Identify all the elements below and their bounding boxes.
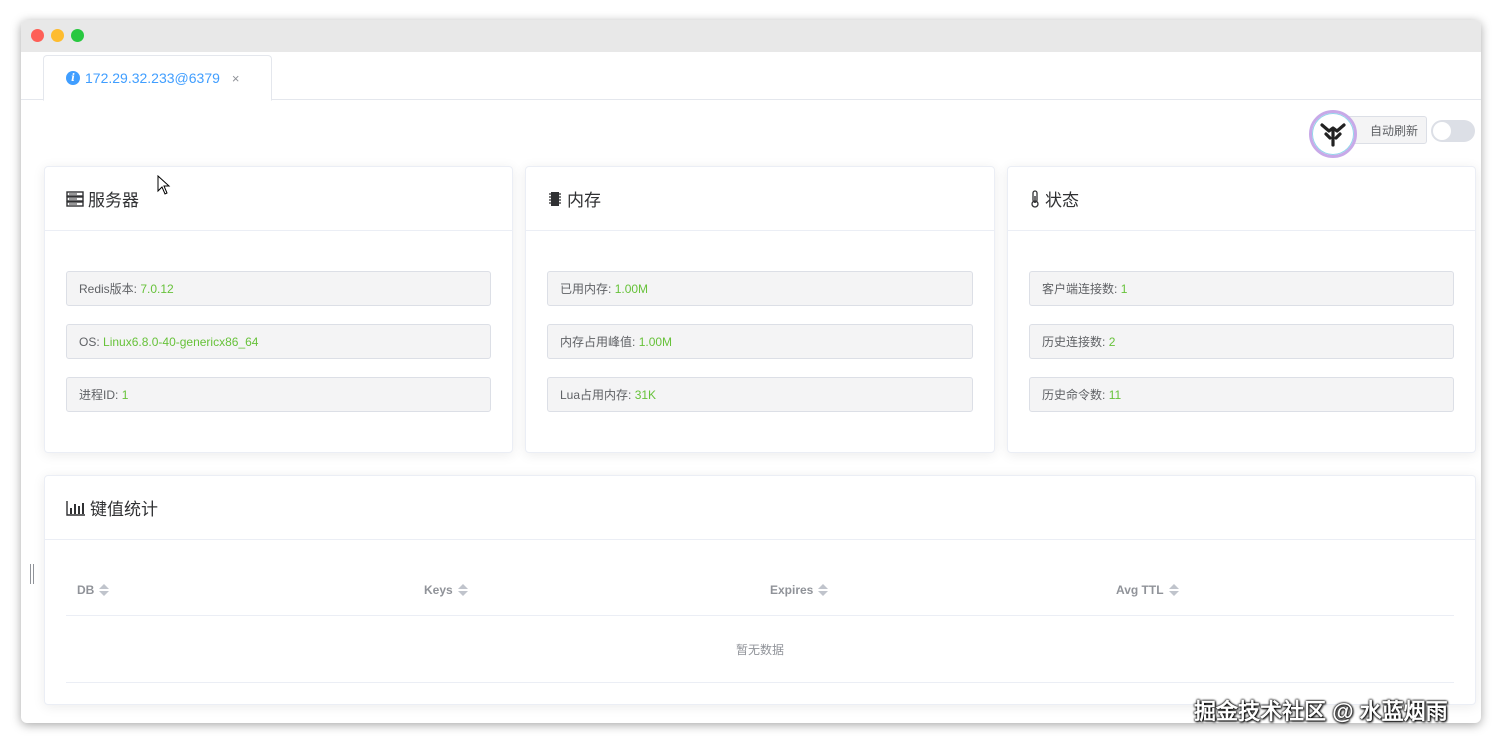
memory-card: 内存 已用内存: 1.00M 内存占用峰值: 1.00M Lua占用内存: 31… <box>525 166 995 453</box>
chip-icon <box>547 191 563 207</box>
tab-title: 172.29.32.233@6379 <box>85 70 220 86</box>
auto-refresh-label: 自动刷新 <box>1369 123 1418 138</box>
stat-value: 1 <box>1120 281 1128 296</box>
stat-value: Linux6.8.0-40-genericx86_64 <box>103 334 259 349</box>
sort-icon[interactable] <box>818 584 829 596</box>
column-header-expires[interactable]: Expires <box>770 564 829 616</box>
titlebar <box>21 20 1481 52</box>
stat-label: 内存占用峰值: <box>560 335 636 349</box>
memory-card-title: 内存 <box>567 191 601 210</box>
watermark-text: 掘金技术社区 @ 水蓝烟雨 <box>1194 699 1448 724</box>
column-label: Expires <box>770 583 814 597</box>
server-card: 服务器 Redis版本: 7.0.12 OS: Linux6.8.0-40-ge… <box>44 166 513 453</box>
stat-label: 进程ID: <box>79 388 119 402</box>
table-empty-state: 暂无数据 <box>66 616 1454 683</box>
stat-row-used-memory: 已用内存: 1.00M <box>547 271 973 306</box>
stat-row-client-connections: 客户端连接数: 1 <box>1029 271 1454 306</box>
status-card-header: 状态 <box>1008 167 1475 231</box>
stat-value: 2 <box>1108 334 1116 349</box>
bar-chart-icon <box>66 500 86 516</box>
stat-row-peak-memory: 内存占用峰值: 1.00M <box>547 324 973 359</box>
mouse-cursor-icon <box>157 174 171 200</box>
stat-label: 已用内存: <box>560 282 612 296</box>
server-icon <box>66 190 84 207</box>
stat-label: OS: <box>79 334 100 349</box>
memory-card-header: 内存 <box>526 167 994 231</box>
stat-value: 31K <box>634 387 657 402</box>
stat-label: 历史连接数: <box>1042 335 1106 349</box>
status-card-title: 状态 <box>1045 191 1079 210</box>
keystats-card-title: 键值统计 <box>90 500 158 519</box>
column-header-db[interactable]: DB <box>77 564 110 616</box>
stat-label: 客户端连接数: <box>1042 282 1118 296</box>
keystats-card: 键值统计 DB Keys Expires Avg TTL 暂无数据 <box>44 475 1476 705</box>
stat-value: 1.00M <box>638 334 673 349</box>
sort-icon[interactable] <box>1168 584 1179 596</box>
tab-bar: i 172.29.32.233@6379 × <box>21 52 1481 101</box>
close-window-button[interactable] <box>31 29 44 42</box>
info-icon: i <box>66 71 80 85</box>
stat-row-total-commands: 历史命令数: 11 <box>1029 377 1454 412</box>
column-header-avg-ttl[interactable]: Avg TTL <box>1116 564 1179 616</box>
stat-row-os: OS: Linux6.8.0-40-genericx86_64 <box>66 324 491 359</box>
app-window: i 172.29.32.233@6379 × 自动刷新 服务器 Redis版本:… <box>21 20 1481 723</box>
sort-icon[interactable] <box>457 584 468 596</box>
status-card: 状态 客户端连接数: 1 历史连接数: 2 历史命令数: 11 <box>1007 166 1476 453</box>
stat-value: 1.00M <box>614 281 649 296</box>
stat-row-redis-version: Redis版本: 7.0.12 <box>66 271 491 306</box>
stat-row-process-id: 进程ID: 1 <box>66 377 491 412</box>
column-header-keys[interactable]: Keys <box>424 564 468 616</box>
close-icon[interactable]: × <box>232 71 240 86</box>
stat-row-total-connections: 历史连接数: 2 <box>1029 324 1454 359</box>
stat-row-lua-memory: Lua占用内存: 31K <box>547 377 973 412</box>
keystats-card-header: 键值统计 <box>45 476 1475 540</box>
column-label: Avg TTL <box>1116 583 1164 597</box>
thermometer-icon <box>1029 189 1041 208</box>
stat-value: 1 <box>121 387 129 402</box>
maximize-window-button[interactable] <box>71 29 84 42</box>
resize-handle[interactable] <box>30 564 34 584</box>
app-logo-icon[interactable] <box>1309 110 1357 158</box>
stat-label: Redis版本: <box>79 282 138 296</box>
stat-value: 7.0.12 <box>140 281 174 296</box>
stat-value: 11 <box>1108 387 1122 402</box>
auto-refresh-switch[interactable] <box>1431 120 1475 142</box>
stat-label: Lua占用内存: <box>560 388 632 402</box>
minimize-window-button[interactable] <box>51 29 64 42</box>
table-header: DB Keys Expires Avg TTL <box>66 564 1454 616</box>
column-label: Keys <box>424 583 453 597</box>
switch-knob <box>1433 122 1451 140</box>
column-label: DB <box>77 583 95 597</box>
tab-connection[interactable]: i 172.29.32.233@6379 × <box>43 55 272 101</box>
stat-label: 历史命令数: <box>1042 388 1106 402</box>
server-card-title: 服务器 <box>88 191 139 210</box>
sort-icon[interactable] <box>99 584 110 596</box>
server-card-header: 服务器 <box>45 167 512 231</box>
